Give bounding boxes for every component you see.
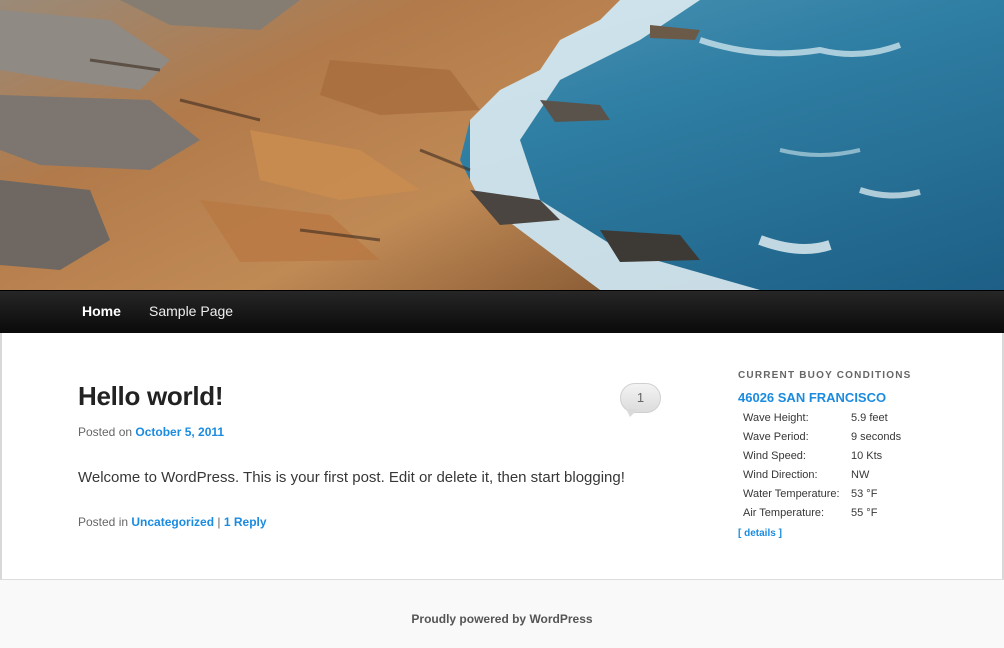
condition-label: Wind Speed: bbox=[743, 449, 806, 462]
buoy-station-link[interactable]: 46026 SAN FRANCISCO bbox=[738, 390, 886, 405]
posted-on-label: Posted on bbox=[78, 425, 136, 439]
details-link[interactable]: [ details ] bbox=[738, 528, 782, 539]
table-row: Wind Direction: NW bbox=[740, 465, 904, 484]
powered-by-link[interactable]: Proudly powered by WordPress bbox=[0, 612, 1004, 626]
condition-value: 55 °F bbox=[851, 506, 878, 519]
coastline-photo bbox=[0, 0, 1004, 290]
post-footer-meta: Posted in Uncategorized | 1 Reply bbox=[78, 515, 267, 529]
post-meta: Posted on October 5, 2011 bbox=[78, 425, 224, 439]
post-date-link[interactable]: October 5, 2011 bbox=[135, 425, 224, 439]
condition-value: 9 seconds bbox=[851, 430, 902, 443]
condition-value: 53 °F bbox=[851, 487, 878, 500]
condition-value: NW bbox=[851, 468, 870, 481]
condition-label: Wind Direction: bbox=[743, 468, 818, 481]
table-row: Wind Speed: 10 Kts bbox=[740, 446, 904, 465]
table-row: Air Temperature: 55 °F bbox=[740, 503, 904, 522]
table-row: Wave Height: 5.9 feet bbox=[740, 408, 904, 427]
condition-value: 10 Kts bbox=[851, 449, 883, 462]
posted-in-label: Posted in bbox=[78, 515, 132, 529]
condition-label: Air Temperature: bbox=[743, 506, 825, 519]
comment-bubble-tail bbox=[626, 409, 638, 417]
condition-value: 5.9 feet bbox=[851, 411, 888, 424]
header-image[interactable] bbox=[0, 0, 1004, 290]
buoy-conditions-table: Wave Height: 5.9 feet Wave Period: 9 secon… bbox=[740, 408, 904, 522]
table-row: Water Temperature: 53 °F bbox=[740, 484, 904, 503]
post-content: Welcome to WordPress. This is your first… bbox=[78, 469, 625, 486]
reply-link[interactable]: 1 Reply bbox=[224, 515, 267, 529]
meta-separator: | bbox=[217, 515, 221, 529]
condition-label: Wave Height: bbox=[743, 411, 809, 424]
nav-item-sample-page[interactable]: Sample Page bbox=[149, 303, 233, 319]
post-title[interactable]: Hello world! bbox=[78, 381, 223, 412]
main-navigation: Home Sample Page bbox=[0, 290, 1004, 333]
condition-label: Wave Period: bbox=[743, 430, 809, 443]
category-link[interactable]: Uncategorized bbox=[131, 515, 214, 529]
site-footer: Proudly powered by WordPress bbox=[0, 579, 1004, 648]
condition-label: Water Temperature: bbox=[743, 487, 840, 500]
nav-item-home[interactable]: Home bbox=[82, 303, 121, 319]
widget-title: CURRENT BUOY CONDITIONS bbox=[738, 370, 912, 381]
table-row: Wave Period: 9 seconds bbox=[740, 427, 904, 446]
